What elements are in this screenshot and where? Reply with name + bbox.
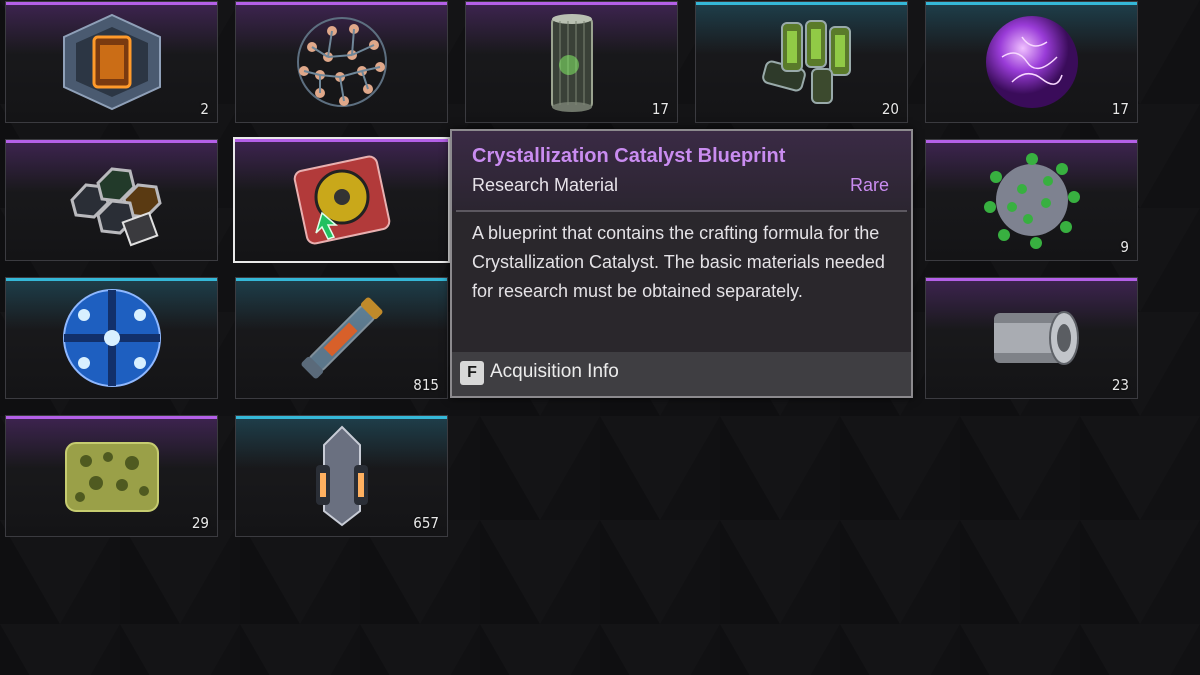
tooltip-header xyxy=(452,131,911,211)
inventory-slot[interactable] xyxy=(5,139,218,261)
f-key-icon: F xyxy=(460,361,484,385)
blue-core-sphere-icon xyxy=(52,283,172,393)
slot-rarity-bar xyxy=(466,2,677,5)
slot-rarity-bar xyxy=(6,2,217,5)
inventory-slot[interactable]: 20 xyxy=(695,1,908,123)
inventory-slot[interactable] xyxy=(5,277,218,399)
inventory-slot[interactable]: 2 xyxy=(5,1,218,123)
slot-quantity: 17 xyxy=(651,100,669,118)
slot-quantity: 17 xyxy=(1111,100,1129,118)
molecule-sphere-icon xyxy=(282,7,402,117)
sample-tube-icon xyxy=(282,283,402,393)
slot-quantity: 23 xyxy=(1111,376,1129,394)
slot-quantity: 657 xyxy=(413,514,439,532)
inventory-slot[interactable]: 657 xyxy=(235,415,448,537)
slot-rarity-bar xyxy=(926,2,1137,5)
slot-quantity: 815 xyxy=(413,376,439,394)
inventory-slot[interactable]: 23 xyxy=(925,277,1138,399)
tooltip-description: A blueprint that contains the crafting f… xyxy=(472,223,885,301)
tooltip-footer[interactable]: F Acquisition Info xyxy=(452,352,911,396)
slot-rarity-bar xyxy=(696,2,907,5)
slot-rarity-bar xyxy=(6,278,217,281)
inventory-slot[interactable]: 17 xyxy=(465,1,678,123)
inventory-slot[interactable]: 29 xyxy=(5,415,218,537)
slot-quantity: 20 xyxy=(881,100,899,118)
tooltip-rarity: Rare xyxy=(849,175,889,195)
mossy-block-icon xyxy=(52,421,172,531)
inventory-slot[interactable]: 17 xyxy=(925,1,1138,123)
cylinder-canister-icon xyxy=(512,7,632,117)
tooltip-divider xyxy=(456,210,907,212)
item-tooltip: Crystallization Catalyst Blueprint Resea… xyxy=(450,129,913,398)
virus-sphere-icon xyxy=(972,145,1092,255)
hex-tray-icon xyxy=(52,145,172,255)
slot-rarity-bar xyxy=(236,416,447,419)
inventory-slot[interactable]: 9 xyxy=(925,139,1138,261)
tooltip-title: Crystallization Catalyst Blueprint xyxy=(472,145,786,167)
slot-rarity-bar xyxy=(6,416,217,419)
inventory-slot[interactable] xyxy=(235,1,448,123)
inventory-slot[interactable]: 815 xyxy=(235,277,448,399)
thruster-module-icon xyxy=(282,421,402,531)
slot-quantity: 29 xyxy=(191,514,209,532)
hexagonal-capsule-icon xyxy=(52,7,172,117)
slot-rarity-bar xyxy=(926,278,1137,281)
acquisition-info-button[interactable]: Acquisition Info xyxy=(490,361,619,383)
metal-cylinder-icon xyxy=(972,283,1092,393)
slot-rarity-bar xyxy=(6,140,217,143)
slot-rarity-bar xyxy=(235,139,448,142)
slot-quantity: 2 xyxy=(200,100,209,118)
slot-rarity-bar xyxy=(236,278,447,281)
plasma-orb-icon xyxy=(972,7,1092,117)
blueprint-disk-icon xyxy=(282,145,402,255)
slot-quantity: 9 xyxy=(1120,238,1129,256)
slot-rarity-bar xyxy=(236,2,447,5)
inventory-slot[interactable] xyxy=(233,137,450,263)
tooltip-category: Research Material xyxy=(472,175,619,195)
slot-rarity-bar xyxy=(926,140,1137,143)
green-vials-icon xyxy=(742,7,862,117)
